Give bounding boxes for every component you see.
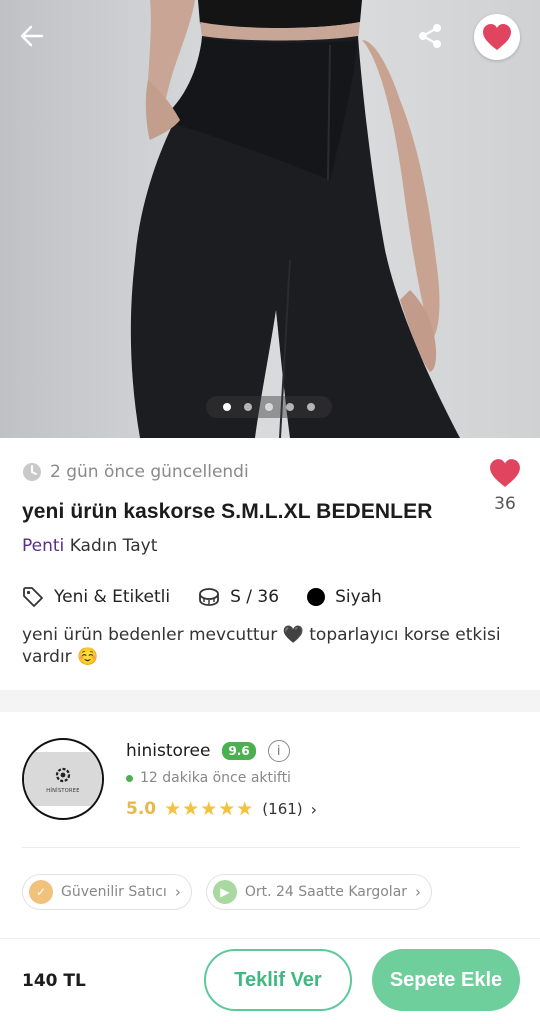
share-icon [419,24,441,48]
badge-label: Ort. 24 Saatte Kargolar [244,884,408,900]
back-button[interactable] [10,14,54,58]
pagination-dot[interactable] [307,403,315,411]
bottom-action-bar: 140 TL Teklif Ver Sepete Ekle [0,938,540,1024]
info-icon[interactable]: i [267,740,290,762]
clock-icon [23,463,41,481]
seller-avatar[interactable]: HİNİSTOREE [22,738,104,820]
brand-link[interactable]: Penti [22,536,64,556]
product-description: yeni ürün bedenler mevcuttur 🖤 toparlayı… [22,625,501,667]
shipping-icon: ▶ [212,880,237,904]
make-offer-button[interactable]: Teklif Ver [204,949,352,1011]
seller-card[interactable]: HİNİSTOREE hinistoree 9.6 i 12 dakika ön… [0,712,540,938]
arrow-left-icon [20,25,44,47]
chevron-right-icon: › [310,799,318,819]
favorite-button[interactable] [474,14,520,60]
product-attributes: Yeni & Etiketli S / 36 Siyah [22,586,382,608]
updated-row: 2 gün önce güncellendi [22,462,249,482]
add-to-cart-button[interactable]: Sepete Ekle [372,949,520,1011]
like-button[interactable]: 36 [486,458,524,514]
seller-name-row: hinistoree 9.6 i [126,740,290,762]
product-title: yeni ürün kaskorse S.M.L.XL BEDENLER [22,500,433,523]
avatar-logo: HİNİSTOREE [24,752,102,806]
pagination-dot[interactable] [223,403,231,411]
trusted-seller-badge[interactable]: ✓ Güvenilir Satıcı › [22,874,192,910]
pagination-dot[interactable] [286,403,294,411]
divider [22,847,520,848]
condition-attribute: Yeni & Etiketli [22,586,170,608]
size-attribute: S / 36 [198,586,279,608]
share-button[interactable] [408,14,452,58]
section-divider [0,690,540,712]
size-label: S / 36 [230,587,280,607]
tape-measure-icon [199,588,219,606]
seller-score-badge: 9.6 [222,742,256,760]
category-label: Kadın Tayt [69,536,158,556]
chevron-right-icon: › [174,883,181,901]
condition-label: Yeni & Etiketli [54,587,171,607]
store-logo-icon [55,767,71,782]
trusted-seller-icon: ✓ [29,880,53,904]
online-status-dot [126,774,133,782]
heart-icon [483,24,511,50]
star-rating-icon: ★★★★★ [164,798,255,820]
heart-icon [490,459,520,487]
pagination-dot[interactable] [265,403,273,411]
avatar-text: HİNİSTOREE [46,787,80,794]
tag-icon [23,587,43,607]
chevron-right-icon: › [415,883,422,901]
gallery-pagination [206,396,332,418]
rating-value: 5.0 [126,799,157,819]
activity-text: 12 dakika önce aktifti [140,770,291,786]
pagination-dot[interactable] [244,403,252,411]
color-label: Siyah [335,587,382,607]
product-image-gallery[interactable] [0,0,540,438]
seller-rating-row[interactable]: 5.0 ★★★★★ (161) › [126,798,317,820]
color-swatch [307,588,326,606]
brand-category-line: Penti Kadın Tayt [22,536,157,556]
color-attribute: Siyah [307,587,382,607]
seller-badges: ✓ Güvenilir Satıcı › ▶ Ort. 24 Saatte Ka… [22,874,433,910]
price: 140 TL [22,971,86,991]
product-photo [130,0,460,438]
product-info: 2 gün önce güncellendi 36 yeni ürün kask… [0,438,540,690]
seller-name[interactable]: hinistoree [126,741,210,761]
like-count: 36 [494,494,516,514]
shipping-speed-badge[interactable]: ▶ Ort. 24 Saatte Kargolar › [205,874,433,910]
updated-text: 2 gün önce güncellendi [50,462,249,482]
rating-count: (161) [262,800,303,818]
badge-label: Güvenilir Satıcı [61,884,167,900]
seller-activity: 12 dakika önce aktifti [126,770,291,786]
